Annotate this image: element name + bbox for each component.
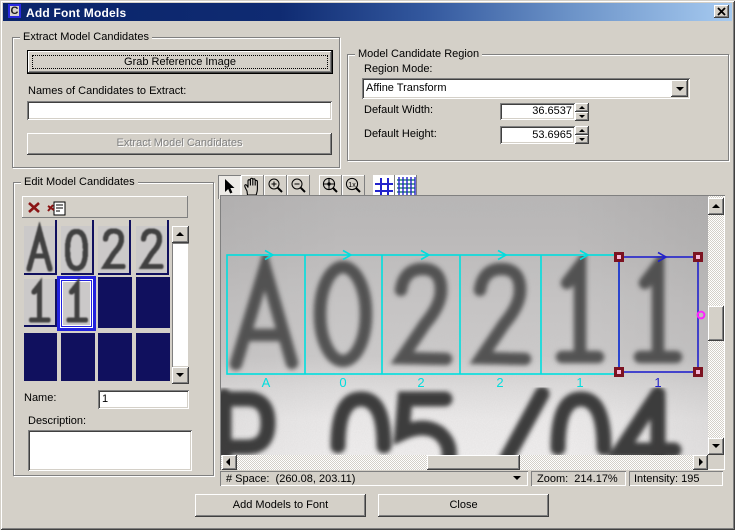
svg-text:2: 2 (496, 375, 503, 390)
svg-text:A: A (262, 375, 271, 390)
svg-text:1x: 1x (348, 182, 356, 189)
svg-text:1: 1 (654, 375, 661, 390)
svg-text:0: 0 (339, 375, 346, 390)
svg-text:1: 1 (576, 375, 583, 390)
svg-text:2: 2 (417, 375, 424, 390)
